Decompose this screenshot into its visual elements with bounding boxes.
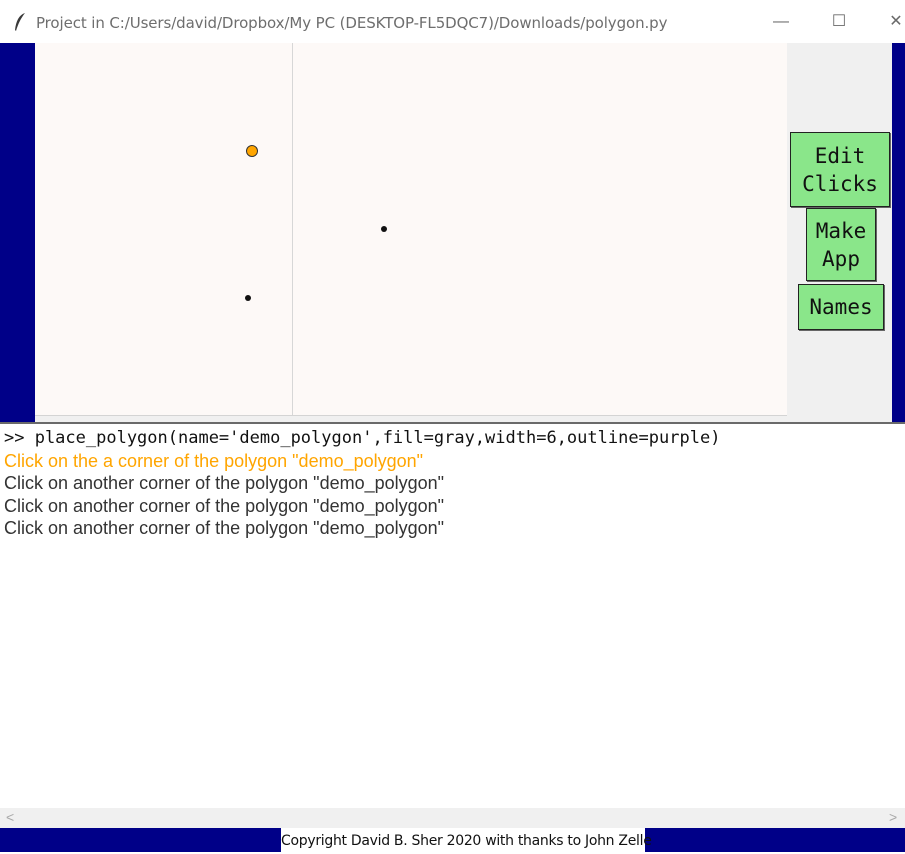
horizontal-scrollbar[interactable]: < > — [0, 808, 905, 828]
polygon-corner-point[interactable] — [245, 295, 251, 301]
maximize-button[interactable]: ☐ — [824, 8, 854, 36]
scroll-right-arrow-icon[interactable]: > — [889, 809, 897, 825]
console-prompt-line: Click on another corner of the polygon "… — [4, 496, 445, 516]
make-app-label-line2: App — [822, 247, 860, 271]
scroll-left-arrow-icon[interactable]: < — [6, 809, 14, 825]
console-prompt-line: Click on another corner of the polygon "… — [4, 473, 445, 493]
console-output[interactable]: >> place_polygon(name='demo_polygon',fil… — [0, 424, 905, 808]
console-prompt-line: Click on another corner of the polygon "… — [4, 518, 445, 538]
edit-clicks-label-line2: Clicks — [802, 172, 878, 196]
right-frame-bar — [892, 43, 905, 422]
drawing-canvas[interactable] — [35, 43, 787, 415]
edit-clicks-label-line1: Edit — [814, 144, 866, 168]
names-button[interactable]: Names — [798, 284, 884, 330]
minimize-button[interactable]: — — [766, 8, 796, 36]
polygon-corner-point[interactable] — [381, 226, 387, 232]
console-prompt-line: Click on the a corner of the polygon "de… — [4, 451, 424, 471]
window-title: Project in C:/Users/david/Dropbox/My PC … — [36, 14, 668, 32]
title-bar: Project in C:/Users/david/Dropbox/My PC … — [0, 0, 905, 43]
left-frame-bar — [0, 43, 35, 422]
make-app-label-line1: Make — [815, 219, 867, 243]
edit-clicks-button[interactable]: Edit Clicks — [790, 132, 890, 207]
make-app-button[interactable]: Make App — [806, 208, 876, 281]
canvas-guide-line — [292, 43, 293, 415]
console-command: >> place_polygon(name='demo_polygon',fil… — [4, 428, 721, 448]
polygon-corner-point-highlighted[interactable] — [246, 145, 258, 157]
copyright-label: Copyright David B. Sher 2020 with thanks… — [281, 828, 652, 852]
names-label: Names — [809, 295, 873, 319]
feather-icon — [15, 13, 25, 31]
close-button[interactable]: ✕ — [881, 8, 905, 36]
